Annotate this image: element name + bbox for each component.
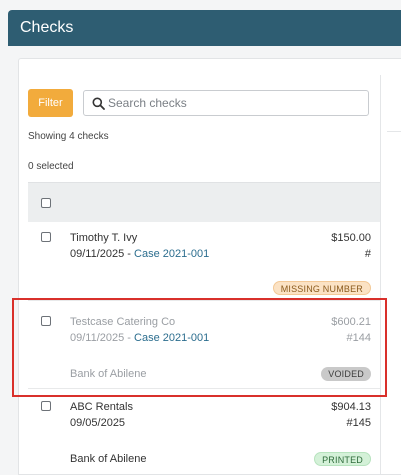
status-badge: VOIDED (321, 367, 371, 381)
check-payee: Testcase Catering Co (70, 316, 176, 328)
side-column (380, 75, 401, 474)
check-payee: Timothy T. Ivy (70, 232, 138, 244)
case-link[interactable]: Case 2021-001 (134, 332, 209, 344)
page-title: Checks (20, 19, 74, 36)
search-icon (92, 97, 105, 110)
check-row[interactable]: ABC Rentals 09/05/2025 $904.13 #145 Bank… (28, 389, 380, 474)
check-row[interactable]: Testcase Catering Co 09/11/2025 - Case 2… (28, 301, 380, 389)
row-checkbox[interactable] (41, 401, 51, 411)
row-checkbox[interactable] (41, 316, 51, 326)
check-amount: $904.13 (331, 401, 371, 413)
check-number: #144 (346, 332, 371, 344)
check-payee: ABC Rentals (70, 401, 133, 413)
check-bank: Bank of Abilene (70, 453, 147, 465)
check-amount: $600.21 (331, 316, 371, 328)
filter-button[interactable]: Filter (28, 89, 73, 117)
case-link[interactable]: Case 2021-001 (134, 248, 209, 260)
check-date: 09/05/2025 (70, 417, 126, 429)
check-amount: $150.00 (331, 232, 371, 244)
check-number: #145 (346, 417, 371, 429)
check-date: 09/11/2025 - Case 2021-001 (70, 248, 210, 260)
check-number: # (364, 248, 371, 260)
page-header: Checks (8, 10, 401, 46)
showing-count: Showing 4 checks (28, 131, 109, 142)
check-date: 09/11/2025 - Case 2021-001 (70, 332, 210, 344)
status-badge: PRINTED (314, 452, 371, 466)
select-all-checkbox[interactable] (41, 198, 51, 208)
checks-panel: Filter Showing 4 checks 0 selected Timot… (18, 58, 401, 475)
table-header (28, 182, 380, 222)
status-badge: MISSING NUMBER (272, 281, 371, 295)
selected-count: 0 selected (28, 161, 74, 172)
check-bank: Bank of Abilene (70, 368, 147, 380)
search-input[interactable] (108, 94, 358, 112)
row-checkbox[interactable] (41, 232, 51, 242)
search-box[interactable] (83, 90, 369, 116)
check-row[interactable]: Timothy T. Ivy 09/11/2025 - Case 2021-00… (28, 222, 380, 301)
